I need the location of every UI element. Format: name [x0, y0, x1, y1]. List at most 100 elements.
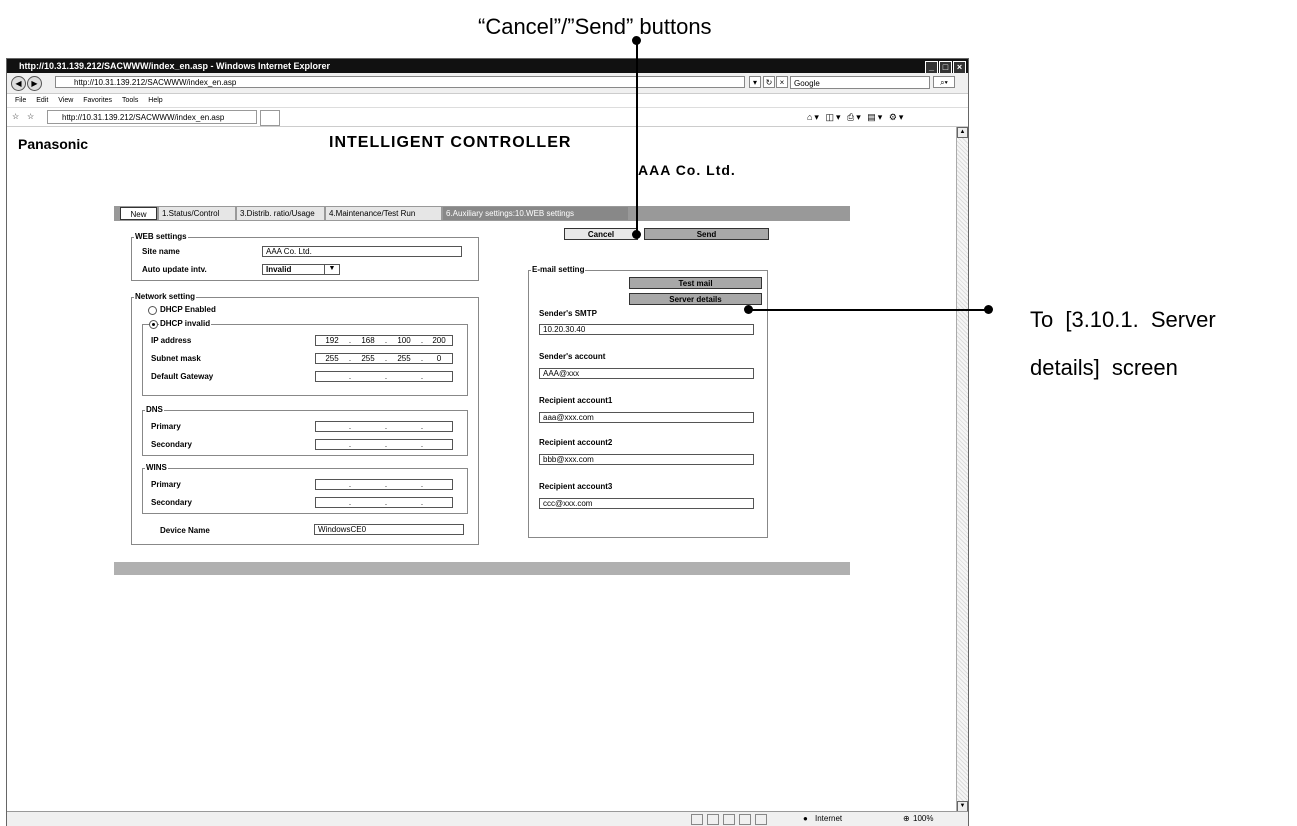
site-name-label: Site name [142, 247, 180, 256]
wins-secondary-label: Secondary [151, 498, 192, 507]
menu-tools[interactable]: Tools [122, 97, 138, 104]
recipient1-label: Recipient account1 [539, 396, 613, 405]
annotation-dot [984, 305, 993, 314]
annotation-cancel-send: “Cancel”/”Send” buttons [478, 14, 712, 39]
dhcp-invalid-radio[interactable] [149, 320, 158, 329]
tools-icon[interactable]: ⚙▾ [889, 112, 906, 122]
recipient2-label: Recipient account2 [539, 438, 613, 447]
address-row: ◀ ▶ http://10.31.139.212/SACWWW/index_en… [7, 73, 968, 94]
tab-auxiliary-web[interactable]: 6.Auxiliary settings:10.WEB settings [443, 207, 629, 220]
email-legend: E-mail setting [531, 265, 586, 274]
web-settings-legend: WEB settings [134, 232, 188, 241]
wins-secondary-input[interactable]: ... [315, 497, 453, 508]
ip-address-input[interactable]: 192. 168. 100. 200 [315, 335, 453, 346]
dropdown-icon[interactable]: ▾ [749, 76, 761, 88]
annotation-line-2: details] screen [1030, 355, 1178, 380]
page-icon[interactable]: ▤▾ [867, 112, 884, 122]
cancel-button[interactable]: Cancel [564, 228, 638, 240]
favorites-row: ☆ ☆ http://10.31.139.212/SACWWW/index_en… [7, 108, 968, 127]
refresh-icon[interactable]: ↻ [763, 76, 775, 88]
recipient3-label: Recipient account3 [539, 482, 613, 491]
forward-icon[interactable]: ▶ [27, 76, 42, 91]
tab-distrib-ratio[interactable]: 3.Distrib. ratio/Usage [237, 207, 325, 220]
nav-tabs: New 1.Status/Control 3.Distrib. ratio/Us… [114, 206, 850, 221]
new-tab-button[interactable] [260, 110, 280, 126]
subnet-mask-label: Subnet mask [151, 354, 201, 363]
menu-file[interactable]: File [15, 97, 26, 104]
address-bar[interactable]: http://10.31.139.212/SACWWW/index_en.asp [55, 76, 745, 88]
wins-primary-label: Primary [151, 480, 181, 489]
status-cell [723, 814, 735, 825]
dns-secondary-input[interactable]: ... [315, 439, 453, 450]
annotation-server-details: To [3.10.1. Server details] screen [1030, 296, 1216, 392]
mask-octet-1: 255 [325, 354, 339, 363]
status-cell [707, 814, 719, 825]
send-button[interactable]: Send [644, 228, 769, 240]
auto-update-value: Invalid [266, 265, 292, 274]
dns-primary-label: Primary [151, 422, 181, 431]
tab-new[interactable]: New [120, 207, 157, 220]
mask-octet-3: 255 [397, 354, 411, 363]
ip-octet-2: 168 [361, 336, 375, 345]
vertical-scrollbar[interactable]: ▲ ▼ [956, 127, 968, 812]
page-title: INTELLIGENT CONTROLLER [329, 134, 572, 151]
page-content: Panasonic INTELLIGENT CONTROLLER AAA Co.… [7, 127, 957, 812]
tab-status-control[interactable]: 1.Status/Control [159, 207, 236, 220]
ip-address-label: IP address [151, 336, 192, 345]
web-settings-group: WEB settings Site name AAA Co. Ltd. Auto… [131, 232, 479, 281]
menu-edit[interactable]: Edit [36, 97, 48, 104]
wins-group: WINS Primary ... Secondary ... [142, 463, 468, 514]
mask-octet-2: 255 [361, 354, 375, 363]
search-input[interactable]: Google [790, 76, 930, 89]
menu-help[interactable]: Help [148, 97, 162, 104]
test-mail-button[interactable]: Test mail [629, 277, 762, 289]
sender-account-input[interactable]: AAA@xxx [539, 368, 754, 379]
recipient3-input[interactable]: ccc@xxx.com [539, 498, 754, 509]
wins-legend: WINS [145, 463, 168, 472]
annotation-dot [632, 36, 641, 45]
menu-bar: File Edit View Favorites Tools Help [7, 94, 968, 108]
recipient2-input[interactable]: bbb@xxx.com [539, 454, 754, 465]
command-bar: ⌂▾ ◫▾ ⎙▾ ▤▾ ⚙▾ [807, 108, 905, 126]
auto-update-select[interactable]: Invalid ▼ [262, 264, 340, 275]
tab-maintenance[interactable]: 4.Maintenance/Test Run [326, 207, 442, 220]
site-title: AAA Co. Ltd. [638, 162, 736, 178]
dhcp-invalid-group: DHCP invalid IP address 192. 168. 100. 2… [142, 319, 468, 396]
browser-tab[interactable]: http://10.31.139.212/SACWWW/index_en.asp [47, 110, 257, 124]
device-name-input[interactable]: WindowsCE0 [314, 524, 464, 535]
dns-primary-input[interactable]: ... [315, 421, 453, 432]
annotation-dot [632, 230, 641, 239]
site-name-input[interactable]: AAA Co. Ltd. [262, 246, 462, 257]
home-icon[interactable]: ⌂▾ [807, 112, 821, 122]
chevron-down-icon[interactable]: ▼ [324, 264, 339, 275]
favorites-star-icon[interactable]: ☆ [12, 108, 19, 126]
dhcp-invalid-label: DHCP invalid [159, 319, 212, 328]
menu-favorites[interactable]: Favorites [83, 97, 112, 104]
feeds-icon[interactable]: ◫▾ [825, 112, 842, 122]
print-icon[interactable]: ⎙▾ [847, 112, 863, 122]
window-title: http://10.31.139.212/SACWWW/index_en.asp… [19, 61, 330, 71]
device-name-label: Device Name [160, 526, 210, 535]
logo: Panasonic [18, 136, 89, 152]
add-favorites-icon[interactable]: ☆ [27, 108, 34, 126]
window-controls: _ □ × [924, 60, 966, 74]
menu-view[interactable]: View [58, 97, 73, 104]
wins-primary-input[interactable]: ... [315, 479, 453, 490]
subnet-mask-input[interactable]: 255. 255. 255. 0 [315, 353, 453, 364]
sender-account-label: Sender's account [539, 352, 606, 361]
ip-octet-4: 200 [432, 336, 446, 345]
search-icon[interactable]: ⌕▾ [933, 76, 955, 88]
footer-bar [114, 562, 850, 575]
dhcp-enabled-radio[interactable] [148, 306, 157, 315]
email-settings-group: E-mail setting Test mail Server details … [528, 265, 768, 538]
server-details-button[interactable]: Server details [629, 293, 762, 305]
recipient1-input[interactable]: aaa@xxx.com [539, 412, 754, 423]
smtp-input[interactable]: 10.20.30.40 [539, 324, 754, 335]
stop-icon[interactable]: × [776, 76, 788, 88]
scroll-up-icon[interactable]: ▲ [957, 127, 968, 138]
ip-octet-3: 100 [397, 336, 411, 345]
gateway-input[interactable]: ... [315, 371, 453, 382]
status-cell [755, 814, 767, 825]
dns-group: DNS Primary ... Secondary ... [142, 405, 468, 456]
back-icon[interactable]: ◀ [11, 76, 26, 91]
